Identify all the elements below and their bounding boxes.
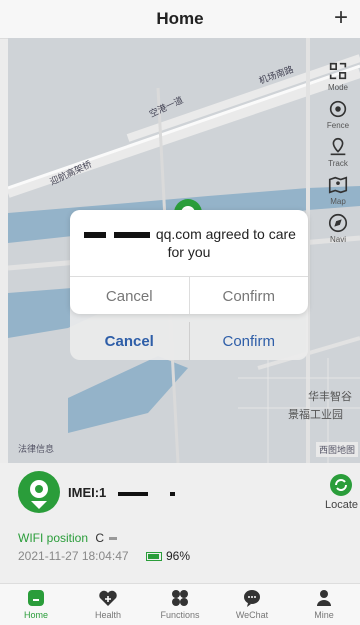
confirm-button[interactable]: Confirm xyxy=(188,277,309,314)
locate-label: Locate xyxy=(324,499,358,511)
redacted-email-part xyxy=(113,232,150,239)
care-request-dialog: qq.com agreed to care for you Cancel Con… xyxy=(70,210,308,314)
tab-functions-label: Functions xyxy=(160,610,200,620)
position-timestamp: 2021-11-27 18:04:47 xyxy=(18,549,129,563)
device-avatar[interactable] xyxy=(16,469,62,515)
tab-home[interactable]: Home xyxy=(0,584,72,625)
dialog-message-text: qq.com agreed to care for you xyxy=(155,226,296,260)
battery-status: 96% xyxy=(146,549,190,563)
redacted-imei xyxy=(117,491,148,496)
tab-health[interactable]: Health xyxy=(72,584,144,625)
redacted-wifi xyxy=(109,537,118,541)
dialog-back-buttons: Cancel Confirm xyxy=(70,322,308,360)
tab-health-label: Health xyxy=(94,610,121,620)
back-cancel-button[interactable]: Cancel xyxy=(70,322,189,360)
redacted-email-part xyxy=(84,232,107,239)
refresh-icon xyxy=(330,474,353,496)
imei-label: IMEI:1 xyxy=(68,485,107,500)
wechat-icon xyxy=(244,590,260,607)
tab-mine[interactable]: Mine xyxy=(288,584,360,625)
position-type: WIFI position C xyxy=(18,531,119,545)
cancel-button[interactable]: Cancel xyxy=(70,277,189,314)
battery-level: 96% xyxy=(166,549,191,563)
tab-mine-label: Mine xyxy=(314,610,334,620)
tab-home-label: Home xyxy=(23,610,48,620)
redacted-imei xyxy=(169,491,175,496)
dialog-buttons: Cancel Confirm xyxy=(70,276,308,314)
functions-icon xyxy=(172,590,188,606)
mine-icon xyxy=(317,590,331,606)
battery-icon xyxy=(146,551,162,561)
home-icon xyxy=(28,590,44,606)
health-icon xyxy=(99,590,117,606)
tab-functions[interactable]: Functions xyxy=(144,584,216,625)
locate-button[interactable]: Locate xyxy=(325,473,358,511)
dialog-message: qq.com agreed to care for you xyxy=(70,210,308,276)
back-confirm-button[interactable]: Confirm xyxy=(188,322,309,360)
bottom-tab-bar: Home Health Functions WeChat Mine xyxy=(0,583,360,625)
tab-wechat[interactable]: WeChat xyxy=(216,584,288,625)
wifi-position-label: WIFI position xyxy=(18,531,89,545)
device-panel: IMEI:1 Locate WIFI position C 2021-11-27… xyxy=(0,463,360,583)
tab-wechat-label: WeChat xyxy=(235,610,269,620)
imei-text: IMEI:1 xyxy=(68,485,177,500)
wifi-extra: C xyxy=(95,531,105,545)
